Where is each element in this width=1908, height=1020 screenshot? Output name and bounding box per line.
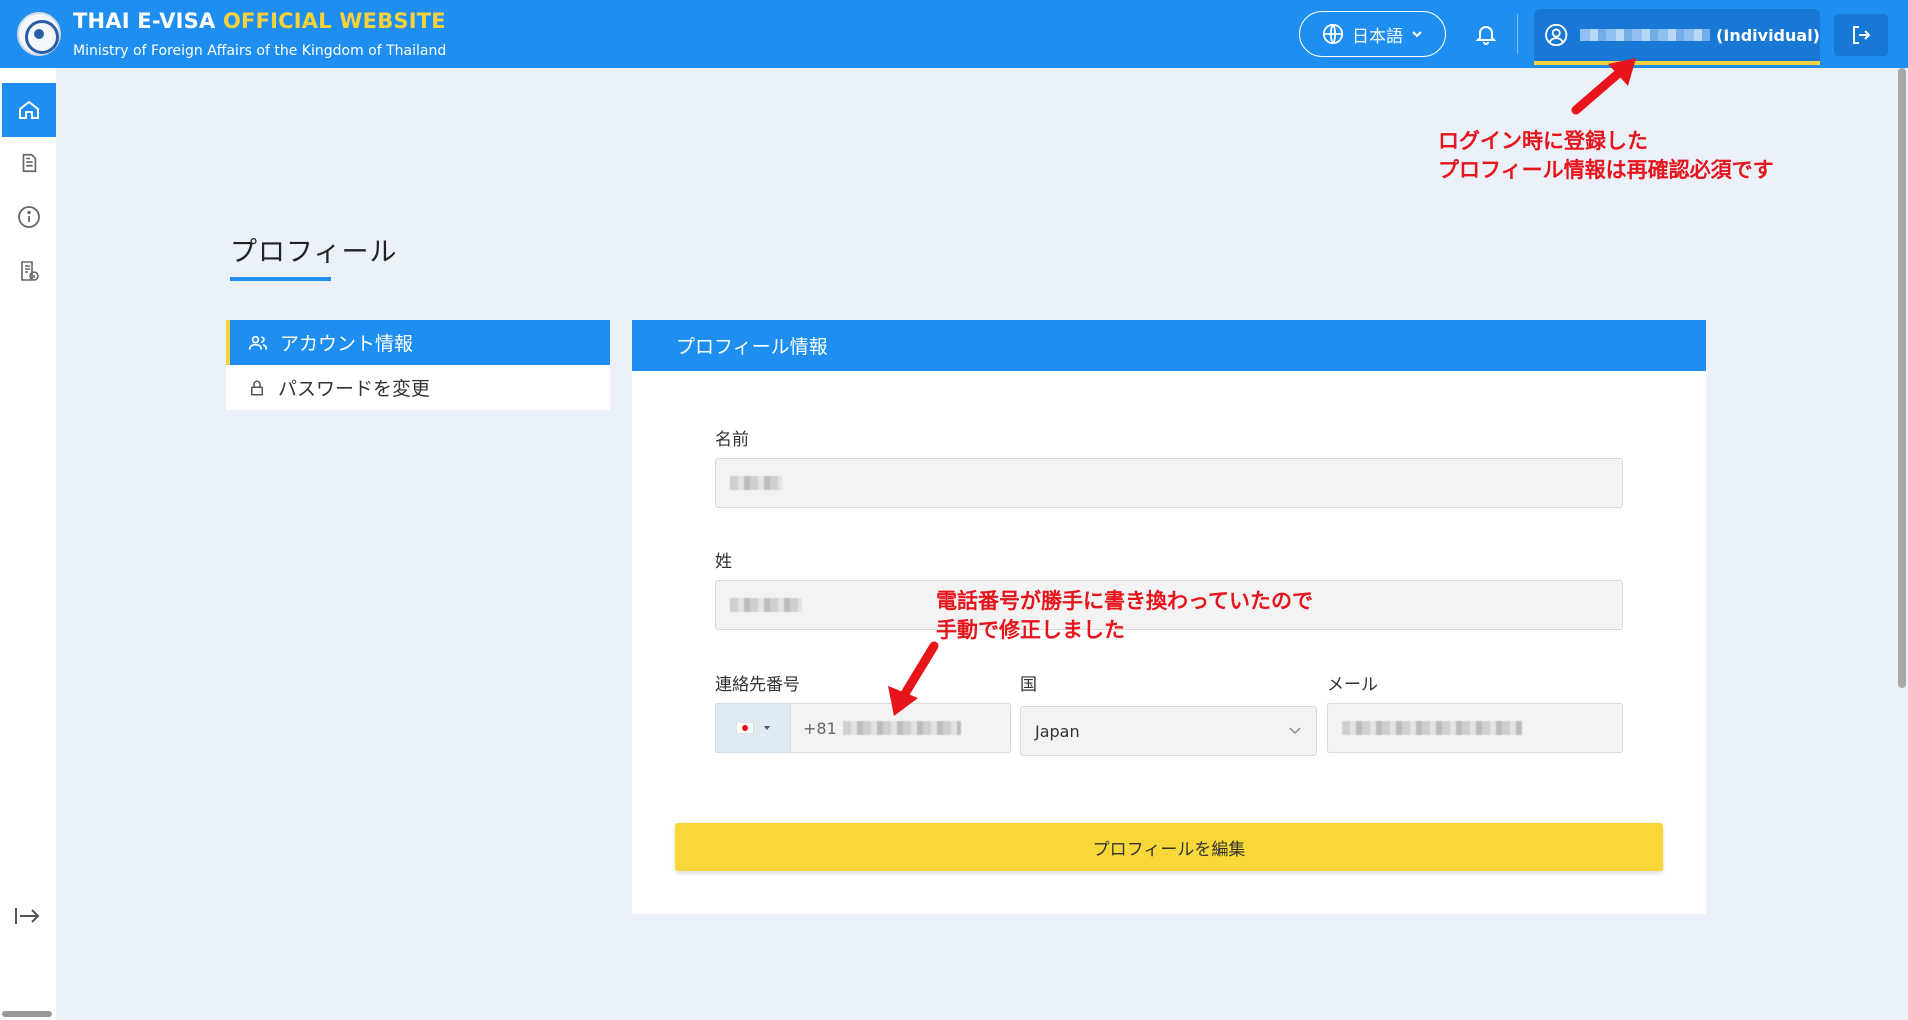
menu-item-account-info[interactable]: アカウント情報 bbox=[226, 320, 610, 365]
header-divider bbox=[1517, 14, 1518, 54]
user-name-redacted bbox=[1580, 29, 1711, 41]
chevron-down-icon bbox=[1289, 727, 1301, 735]
site-title[interactable]: THAI E-VISA OFFICIAL WEBSITE bbox=[73, 9, 446, 33]
page-title-underline bbox=[230, 277, 331, 281]
annotation-arrow-phone bbox=[888, 641, 939, 716]
first-name-redacted bbox=[730, 476, 782, 490]
country-select[interactable]: Japan bbox=[1020, 706, 1317, 756]
menu-item-change-password[interactable]: パスワードを変更 bbox=[226, 365, 610, 410]
notification-bell-icon[interactable] bbox=[1474, 22, 1498, 46]
japan-flag-icon bbox=[736, 722, 754, 734]
menu-item-label: パスワードを変更 bbox=[278, 378, 431, 400]
annotation-top-line2: プロフィール情報は再確認必須です bbox=[1438, 158, 1774, 182]
ministry-seal-logo[interactable] bbox=[17, 12, 61, 56]
annotation-phone: 電話番号が勝手に書き換わっていたので 手動で修正しました bbox=[936, 587, 1313, 645]
language-label: 日本語 bbox=[1352, 26, 1403, 47]
sidebar-item-documents[interactable] bbox=[2, 136, 56, 190]
sidebar-scrollbar[interactable] bbox=[2, 1011, 52, 1017]
sidebar-item-home[interactable] bbox=[2, 83, 56, 137]
sidebar-item-guide[interactable] bbox=[2, 244, 56, 298]
country-value: Japan bbox=[1035, 721, 1080, 741]
site-title-main: THAI E-VISA bbox=[73, 9, 223, 33]
annotation-top-line1: ログイン時に登録した bbox=[1438, 129, 1648, 153]
last-name-label: 姓 bbox=[715, 552, 732, 572]
chevron-down-icon bbox=[1412, 31, 1422, 38]
guide-icon bbox=[21, 261, 39, 281]
email-label: メール bbox=[1327, 675, 1378, 695]
users-icon bbox=[248, 335, 268, 350]
country-code-dropdown[interactable] bbox=[715, 703, 790, 753]
edit-profile-button[interactable]: プロフィールを編集 bbox=[675, 823, 1663, 871]
site-title-highlight: OFFICIAL WEBSITE bbox=[222, 9, 446, 33]
email-redacted bbox=[1342, 721, 1522, 735]
last-name-redacted bbox=[730, 598, 802, 612]
sidebar-expand-icon[interactable] bbox=[14, 904, 42, 928]
home-icon bbox=[19, 100, 39, 119]
annotation-phone-line2: 手動で修正しました bbox=[936, 618, 1125, 642]
page-scrollbar[interactable] bbox=[1898, 68, 1906, 688]
card-header: プロフィール情報 bbox=[632, 320, 1706, 371]
menu-item-label: アカウント情報 bbox=[280, 333, 414, 355]
user-role: (Individual) bbox=[1716, 25, 1820, 45]
site-subtitle: Ministry of Foreign Affairs of the Kingd… bbox=[73, 43, 447, 59]
annotation-top: ログイン時に登録した プロフィール情報は再確認必須です bbox=[1438, 127, 1774, 185]
first-name-field[interactable] bbox=[715, 458, 1623, 508]
phone-label: 連絡先番号 bbox=[715, 675, 800, 695]
lock-icon bbox=[251, 380, 263, 395]
document-icon bbox=[22, 153, 37, 173]
first-name-label: 名前 bbox=[715, 430, 749, 450]
email-field[interactable] bbox=[1327, 703, 1623, 753]
phone-number-redacted bbox=[842, 721, 961, 735]
annotation-arrow-top bbox=[1571, 58, 1636, 115]
profile-menu: アカウント情報 パスワードを変更 bbox=[226, 320, 610, 410]
sidebar-item-info[interactable] bbox=[2, 190, 56, 244]
logout-icon bbox=[1853, 26, 1871, 44]
sidebar bbox=[0, 68, 56, 1020]
phone-prefix: +81 bbox=[803, 718, 837, 738]
user-avatar-icon bbox=[1545, 23, 1568, 47]
page-title: プロフィール bbox=[230, 237, 398, 268]
annotation-phone-line1: 電話番号が勝手に書き換わっていたので bbox=[936, 589, 1313, 613]
country-label: 国 bbox=[1020, 675, 1037, 695]
info-icon bbox=[18, 206, 40, 228]
logout-button[interactable] bbox=[1834, 14, 1888, 56]
language-selector[interactable]: 日本語 bbox=[1299, 11, 1446, 57]
caret-down-icon bbox=[764, 726, 770, 730]
globe-icon bbox=[1322, 23, 1344, 45]
